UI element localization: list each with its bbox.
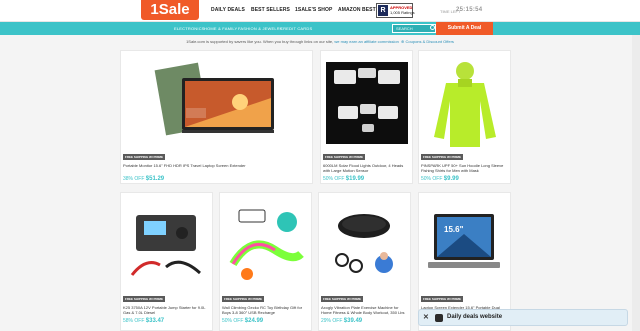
discount-text: 58% OFF [123, 318, 145, 324]
product-image[interactable] [121, 193, 212, 296]
product-title[interactable]: Axogly Vibration Plate Exercise Machine … [321, 305, 408, 315]
discount-text: 50% OFF [222, 318, 244, 324]
product-title[interactable]: K25 3750A 12V Portable Jump Starter for … [123, 305, 210, 315]
category-credit-cards[interactable]: CREDIT CARDS [280, 26, 312, 31]
daily-deals-toast[interactable]: ✕ Daily deals website [418, 309, 628, 326]
badge-mark-icon: R [378, 5, 388, 16]
discount-text: 29% OFF [321, 318, 343, 324]
nav-daily-deals[interactable]: DAILY DEALS [211, 7, 245, 13]
svg-text:15.6": 15.6" [444, 225, 464, 234]
shipping-tag: FREE SHIPPING W/ PRIME [123, 296, 166, 302]
nav-amazon-best[interactable]: AMAZON BEST [338, 7, 376, 13]
product-image[interactable] [121, 51, 312, 154]
product-card[interactable]: FREE SHIPPING W/ PRIME Axogly Vibration … [318, 192, 411, 331]
product-price: 50% OFF $19.99 [323, 176, 364, 182]
trust-badge[interactable]: R APPROVED 1,005 Ratings [376, 3, 415, 18]
top-header: 1Sale DAILY DEALS BEST SELLERS 1SALE'S S… [0, 0, 640, 22]
discount-text: 38% OFF [123, 176, 145, 182]
shipping-tag: FREE SHIPPING W/ PRIME [123, 154, 166, 160]
toast-text: Daily deals website [447, 314, 503, 320]
affiliate-link[interactable]: we may earn an affiliate commission [334, 39, 398, 44]
category-fashion-jewelry[interactable]: FASHION & JEWELRY [238, 26, 283, 31]
category-electronics[interactable]: ELECTRONICS [174, 26, 205, 31]
site-logo[interactable]: 1Sale [141, 0, 199, 20]
nav-best-sellers[interactable]: BEST SELLERS [251, 7, 290, 13]
product-image[interactable] [321, 51, 412, 154]
product-image[interactable]: 15.6" [419, 193, 510, 296]
app-icon [435, 314, 443, 322]
product-price: 50% OFF $24.99 [222, 318, 263, 324]
coupons-icon: ⊕ [401, 39, 405, 44]
price-amount: $19.99 [345, 176, 365, 182]
shipping-tag: FREE SHIPPING W/ PRIME [222, 296, 265, 302]
product-card[interactable]: FREE SHIPPING W/ PRIME Wall Climbing Gec… [219, 192, 312, 331]
price-amount: $39.49 [343, 318, 363, 324]
submit-deal-button[interactable]: Submit A Deal [436, 22, 493, 35]
badge-ratings-text: 1,005 Ratings [390, 10, 415, 15]
shipping-tag: FREE SHIPPING W/ PRIME [421, 296, 464, 302]
product-card[interactable]: FREE SHIPPING W/ PRIME 6000LM Solar Floo… [320, 50, 413, 184]
category-home-family[interactable]: HOME & FAMILY [204, 26, 237, 31]
product-image[interactable] [419, 51, 510, 154]
price-amount: $24.99 [244, 318, 264, 324]
product-title[interactable]: Wall Climbing Gecko RC Toy Birthday Gift… [222, 305, 309, 315]
product-title[interactable]: 6000LM Solar Flood Lights Outdoor, 4 Hea… [323, 163, 410, 173]
product-price: 38% OFF $51.29 [123, 176, 164, 182]
product-card[interactable]: FREE SHIPPING W/ PRIME PINSPARK UPF 50+ … [418, 50, 511, 184]
right-scroll-rail [632, 35, 640, 331]
price-amount: $33.47 [145, 318, 165, 324]
shipping-tag: FREE SHIPPING W/ PRIME [323, 154, 366, 160]
shipping-tag: FREE SHIPPING W/ PRIME [421, 154, 464, 160]
product-image[interactable] [220, 193, 311, 296]
category-bar: ELECTRONICS HOME & FAMILY FASHION & JEWE… [0, 22, 640, 35]
product-price: 29% OFF $39.49 [321, 318, 362, 324]
product-card[interactable]: FREE SHIPPING W/ PRIME Portable Monitor … [120, 50, 313, 184]
countdown-timer: 25:15:54 [456, 7, 483, 13]
price-amount: $9.99 [443, 176, 459, 182]
notice-text: 1Sale.com is supported by savers like yo… [186, 39, 335, 44]
coupons-link[interactable]: Coupons & Discount Offers [406, 39, 454, 44]
discount-text: 50% OFF [323, 176, 345, 182]
nav-1sales-shop[interactable]: 1SALE'S SHOP [295, 7, 332, 13]
price-amount: $51.29 [145, 176, 165, 182]
shipping-tag: FREE SHIPPING W/ PRIME [321, 296, 364, 302]
discount-text: 50% OFF [421, 176, 443, 182]
search-icon[interactable] [430, 25, 435, 30]
product-title[interactable]: Portable Monitor 15.6" FHD HDR IPS Trave… [123, 163, 310, 168]
affiliate-notice: 1Sale.com is supported by savers like yo… [0, 39, 640, 44]
product-card[interactable]: FREE SHIPPING W/ PRIME K25 3750A 12V Por… [120, 192, 213, 331]
product-price: 58% OFF $33.47 [123, 318, 164, 324]
product-title[interactable]: PINSPARK UPF 50+ Sun Hoodie Long Sleeve … [421, 163, 508, 173]
product-price: 50% OFF $9.99 [421, 176, 459, 182]
product-image[interactable] [319, 193, 410, 296]
close-icon[interactable]: ✕ [423, 313, 429, 321]
